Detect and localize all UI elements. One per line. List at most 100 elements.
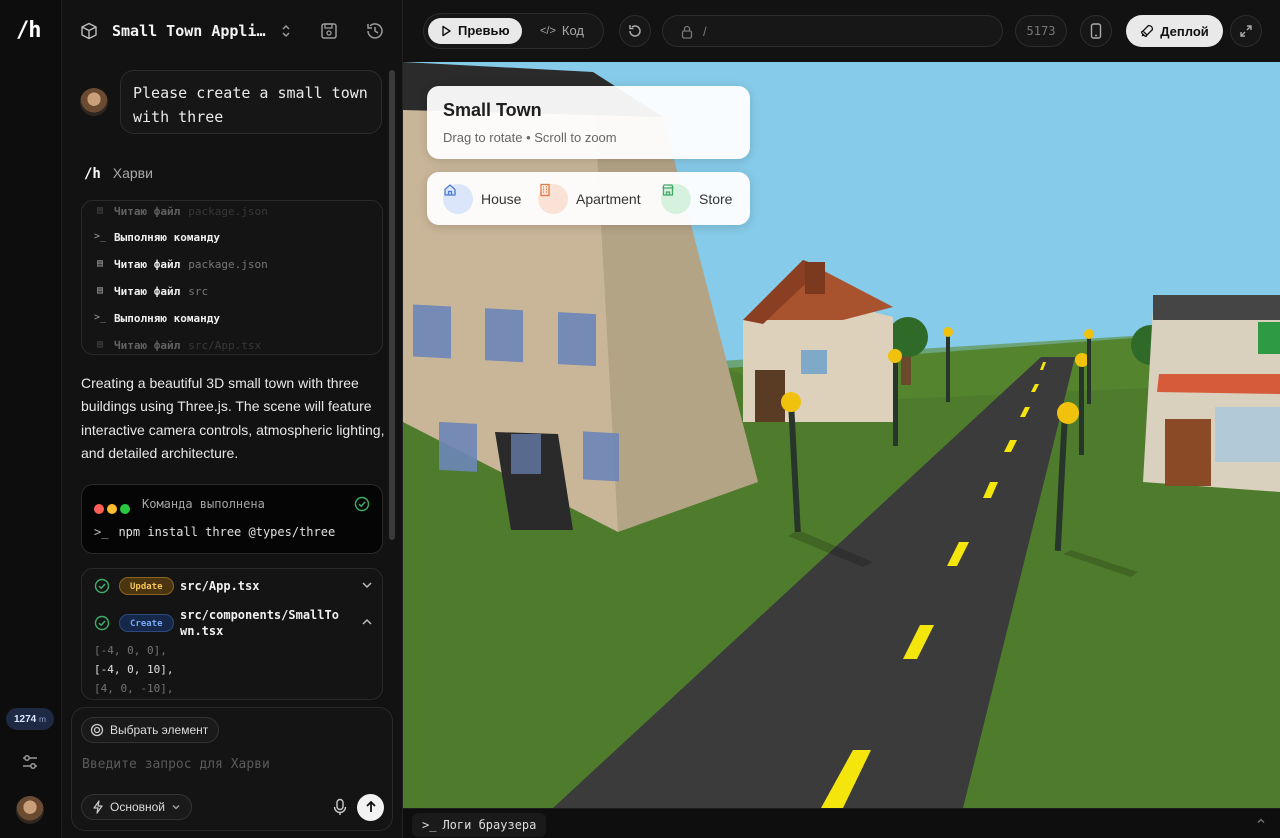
credits-badge[interactable]: 1274 m [6,708,54,730]
chevron-down-icon [172,805,180,810]
rocket-icon [1141,24,1154,38]
file-path: src/components/SmallTo wn.tsx [180,608,339,638]
activity-log[interactable]: ▤ Читаю файл package.json >_ Выполняю ко… [81,200,383,355]
terminal-icon: >_ [94,231,107,242]
code-line: [4, 0, -10], [94,682,174,695]
app-logo[interactable]: /h [16,18,41,43]
check-circle-icon [94,615,110,631]
code-line: [-4, 0, 10], [94,663,174,676]
lock-icon [681,25,693,39]
port-badge[interactable]: 5173 [1015,15,1067,47]
tab-preview[interactable]: Превью [428,18,522,44]
file-icon: ▤ [96,339,104,350]
terminal-command: >_ npm install three @types/three [94,525,335,539]
phone-icon [1090,23,1102,39]
terminal-status: Команда выполнена [142,497,265,511]
check-circle-icon [354,496,370,512]
file-changes: Update src/App.tsx Create src/components… [81,568,383,700]
preview-panel: Превью </> Код / 5173 Деплой Small Town … [403,0,1280,838]
chevron-updown-icon[interactable] [280,22,294,40]
target-icon [90,723,104,737]
view-switcher: Превью </> Код [423,13,604,49]
terminal-icon: >_ [422,818,437,832]
mode-select[interactable]: Основной [81,794,193,820]
file-change-row[interactable]: Create src/components/SmallTo wn.tsx [94,607,374,641]
store-button[interactable]: Store [661,183,732,215]
check-circle-icon [94,578,110,594]
activity-step: ▤ Читаю файл src/App.tsx [94,335,261,354]
activity-step: ▤ Читаю файл package.json [94,254,268,274]
building-type-bar: House Apartment Store [427,172,750,225]
pick-element-label: Выбрать элемент [110,723,209,737]
terminal-command-text: npm install three @types/three [118,525,336,539]
file-icon: ▤ [96,285,104,296]
code-line: [-4, 0, 0], [94,644,167,657]
send-button[interactable] [357,794,384,821]
left-rail: /h 1274 m [0,0,62,838]
chat-header: Small Town Appli… [62,0,402,62]
mobile-view-button[interactable] [1080,15,1112,47]
activity-step: >_ Выполняю команду [94,311,220,325]
url-bar[interactable]: / [662,15,1003,47]
deploy-button[interactable]: Деплой [1126,15,1223,47]
expand-icon [1240,25,1252,37]
user-message-bubble: Please create a small town with three [120,70,382,134]
agent-logo: /h [84,166,101,182]
preview-toolbar: Превью </> Код / 5173 Деплой [403,0,1280,62]
file-icon: ▤ [96,258,104,269]
url-path: / [703,24,707,39]
home-icon [443,184,473,214]
file-change-row[interactable]: Update src/App.tsx [94,576,374,596]
create-badge: Create [119,614,174,632]
prompt-input[interactable] [82,752,382,776]
save-icon[interactable] [318,20,340,42]
file-icon: ▤ [96,205,104,216]
store-icon [661,184,691,214]
activity-step: ▤ Читаю файл package.json [94,201,268,221]
activity-step: >_ Выполняю команду [94,230,220,244]
chat-panel: Small Town Appli… Please create a small … [62,0,403,838]
mode-label: Основной [110,800,166,814]
user-message-avatar [80,88,108,116]
user-avatar[interactable] [16,796,44,824]
preview-viewport[interactable]: Small Town Drag to rotate • Scroll to zo… [403,62,1280,808]
bolt-icon [93,800,103,814]
scene-info-card: Small Town Drag to rotate • Scroll to zo… [427,86,750,159]
terminal-icon: >_ [94,312,107,323]
agent-tag: /h Харви [84,165,153,182]
window-dots [94,499,133,518]
sliders-icon[interactable] [21,753,39,771]
apartment-button[interactable]: Apartment [538,183,641,215]
terminal-card: Команда выполнена >_ npm install three @t… [81,484,383,554]
chevron-up-icon[interactable] [360,615,374,629]
microphone-icon[interactable] [332,798,348,816]
play-icon [442,25,451,37]
composer: Выбрать элемент Основной [71,707,393,831]
terminal-prompt: >_ [94,525,109,539]
building-icon [538,183,568,214]
code-icon: </> [540,25,556,37]
agent-description: Creating a beautiful 3D small town with … [81,375,385,461]
house-button[interactable]: House [443,183,521,215]
tab-code[interactable]: </> Код [528,18,596,44]
activity-step: ▤ Читаю файл src [94,281,208,301]
reload-button[interactable] [619,15,651,47]
chat-scrollbar[interactable] [389,70,395,540]
credits-value: 1274 [14,714,37,725]
chevron-down-icon[interactable] [360,578,374,592]
scene-title: Small Town [443,100,542,120]
store-building [1143,295,1280,492]
browser-logs-tab[interactable]: >_ Логи браузера [412,813,547,837]
pick-element-button[interactable]: Выбрать элемент [81,717,220,743]
reload-icon [629,25,641,37]
history-icon[interactable] [364,20,386,42]
expand-button[interactable] [1230,15,1262,47]
browser-logs-bar: >_ Логи браузера [403,808,1280,838]
agent-name: Харви [112,165,153,181]
project-title[interactable]: Small Town Appli… [112,22,267,40]
chevron-up-icon[interactable] [1256,816,1266,829]
arrow-up-icon [365,800,376,812]
scene-subtitle: Drag to rotate • Scroll to zoom [443,130,617,145]
credits-unit: m [39,714,46,724]
cube-icon [81,22,97,40]
